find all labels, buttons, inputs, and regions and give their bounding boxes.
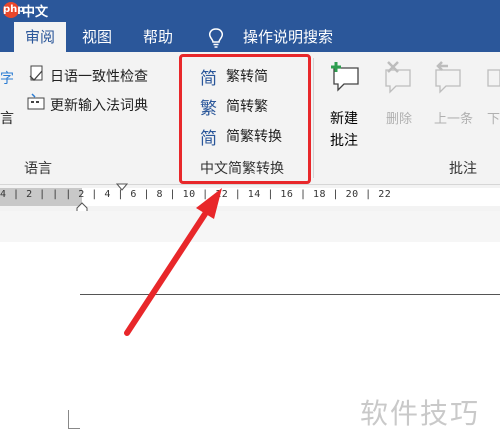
tell-me-search[interactable]: 操作说明搜索	[243, 22, 333, 52]
japanese-check-icon	[28, 64, 46, 88]
ruler-numbers: 4 | 2 | | | 2 | 4 | 6 | 8 | 10 | 12 | 14…	[0, 189, 392, 200]
ime-dictionary-icon	[26, 92, 46, 116]
highlight-box	[179, 54, 311, 184]
new-comment-line2[interactable]: 批注	[330, 130, 358, 150]
header-line	[80, 294, 500, 295]
next-comment-icon	[486, 60, 500, 98]
update-ime-dictionary[interactable]: 更新输入法词典	[50, 95, 148, 115]
language-left-fragment-top[interactable]: 字	[0, 68, 14, 88]
delete-comment-icon	[382, 60, 416, 98]
new-comment-line1[interactable]: 新建	[330, 108, 358, 128]
margin-corner-mark	[68, 428, 80, 429]
delete-comment-button[interactable]: 删除	[386, 108, 412, 127]
first-line-indent-marker[interactable]	[116, 183, 128, 191]
tab-review[interactable]: 审阅	[14, 22, 66, 52]
language-group-label: 语言	[24, 161, 52, 177]
tab-help[interactable]: 帮助	[143, 22, 173, 52]
group-separator	[313, 58, 314, 178]
previous-comment-button[interactable]: 上一条	[434, 108, 473, 127]
horizontal-ruler: 4 | 2 | | | 2 | 4 | 6 | 8 | 10 | 12 | 14…	[0, 183, 500, 214]
tab-view[interactable]: 视图	[82, 22, 112, 52]
document-area: 软件技巧	[0, 211, 500, 430]
next-comment-button-fragment[interactable]: 下	[487, 108, 500, 127]
lightbulb-icon	[209, 28, 223, 48]
previous-comment-icon	[432, 60, 466, 98]
comments-group-label: 批注	[449, 161, 477, 177]
watermark: 软件技巧	[360, 397, 481, 430]
site-logo: php 中文网	[0, 0, 60, 39]
language-left-fragment-bottom[interactable]: 言	[0, 108, 14, 128]
new-comment-icon	[330, 60, 364, 98]
japanese-consistency-check[interactable]: 日语一致性检查	[50, 66, 148, 86]
margin-corner-mark	[68, 410, 69, 428]
site-logo-mark: php	[3, 2, 24, 18]
document-page[interactable]: 软件技巧	[0, 242, 500, 430]
ribbon-tab-bar: php 中文网 审阅 视图 帮助 操作说明搜索	[0, 0, 500, 52]
